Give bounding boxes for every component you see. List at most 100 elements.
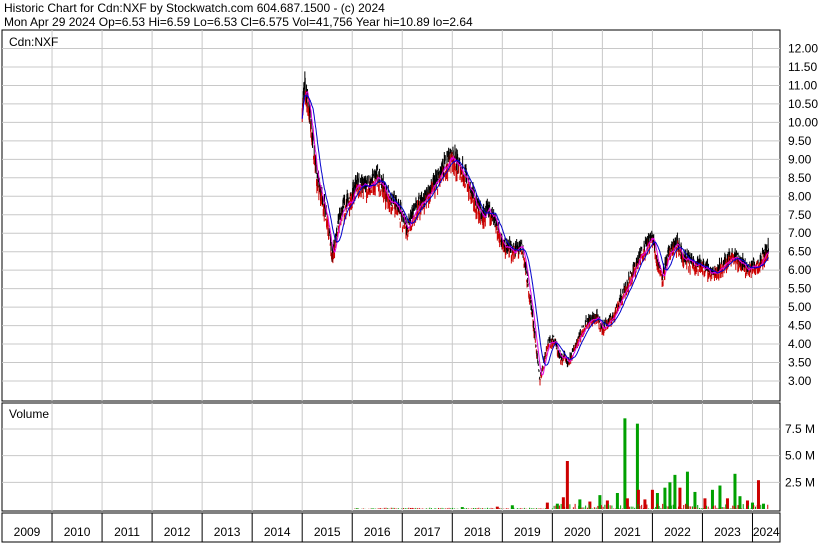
volume-bar bbox=[438, 507, 440, 509]
volume-bar bbox=[725, 504, 727, 509]
volume-bar bbox=[606, 506, 608, 509]
volume-bar bbox=[669, 504, 671, 509]
volume-bar bbox=[628, 506, 630, 509]
volume-bar bbox=[411, 507, 413, 509]
volume-bar bbox=[439, 508, 441, 509]
volume-bar bbox=[397, 508, 399, 509]
volume-bar bbox=[660, 507, 662, 509]
volume-bar bbox=[401, 508, 403, 509]
volume-bar bbox=[569, 504, 571, 509]
year-label: 2013 bbox=[214, 525, 241, 539]
volume-bar bbox=[756, 480, 760, 509]
volume-bar bbox=[446, 508, 448, 509]
volume-bar bbox=[403, 508, 405, 509]
volume-bar bbox=[670, 505, 672, 509]
volume-bar bbox=[718, 485, 722, 509]
volume-bar bbox=[665, 505, 667, 509]
price-tick-label: 4.00 bbox=[788, 337, 812, 351]
volume-bar bbox=[406, 508, 408, 509]
volume-bar bbox=[539, 508, 541, 509]
volume-bar bbox=[392, 507, 394, 509]
volume-bar bbox=[639, 506, 641, 509]
volume-bar bbox=[747, 505, 749, 509]
volume-bar bbox=[560, 503, 562, 509]
volume-bar bbox=[380, 507, 382, 509]
volume-bar bbox=[383, 507, 385, 509]
volume-bar bbox=[615, 493, 619, 509]
volume-bar bbox=[630, 506, 632, 509]
volume-bar bbox=[579, 508, 581, 509]
volume-bar bbox=[448, 507, 450, 509]
year-label: 2012 bbox=[164, 525, 191, 539]
volume-bar bbox=[693, 491, 697, 509]
year-label: 2021 bbox=[614, 525, 641, 539]
volume-bar bbox=[719, 508, 721, 509]
volume-bar bbox=[767, 504, 769, 509]
year-label: 2023 bbox=[714, 525, 741, 539]
price-tick-label: 5.50 bbox=[788, 282, 812, 296]
volume-bar bbox=[648, 508, 650, 509]
year-label: 2009 bbox=[14, 525, 41, 539]
volume-bar bbox=[733, 473, 737, 509]
volume-bar bbox=[443, 508, 445, 509]
volume-bar bbox=[634, 507, 636, 509]
stock-chart: 12.00 11.50 11.00 10.50 10.00 9.50 9.00 8.50 8.0… bbox=[1, 29, 818, 543]
volume-bar bbox=[737, 505, 739, 509]
volume-bar bbox=[558, 505, 560, 509]
price-tick-label: 9.50 bbox=[788, 134, 812, 148]
volume-bar bbox=[518, 508, 520, 509]
volume-bar bbox=[627, 503, 629, 509]
volume-bar bbox=[688, 506, 690, 509]
volume-bar bbox=[362, 508, 364, 509]
volume-bar bbox=[586, 507, 588, 509]
volume-bar bbox=[760, 504, 762, 509]
volume-bar bbox=[418, 507, 420, 509]
volume-bar bbox=[725, 498, 729, 509]
volume-bar bbox=[609, 505, 611, 509]
volume-bar bbox=[520, 507, 522, 509]
year-label: 2018 bbox=[464, 525, 491, 539]
volume-bar bbox=[478, 507, 480, 509]
volume-bar bbox=[607, 503, 609, 509]
volume-bar bbox=[474, 508, 476, 509]
volume-bar bbox=[378, 508, 380, 509]
volume-bar bbox=[511, 508, 513, 509]
year-label: 2024 bbox=[753, 525, 780, 539]
volume-bar bbox=[730, 508, 732, 509]
volume-bar bbox=[644, 506, 646, 509]
volume-bar bbox=[746, 504, 748, 509]
volume-bar bbox=[417, 508, 419, 509]
volume-bar bbox=[718, 508, 720, 509]
volume-bar bbox=[541, 508, 543, 509]
volume-bar bbox=[618, 508, 620, 509]
price-tick-label: 6.50 bbox=[788, 245, 812, 259]
volume-bar bbox=[693, 507, 695, 509]
volume-bar bbox=[721, 507, 723, 509]
volume-bar bbox=[658, 506, 660, 509]
volume-bar bbox=[632, 506, 634, 509]
volume-bar bbox=[641, 504, 643, 509]
volume-bar bbox=[690, 506, 692, 509]
volume-bar bbox=[425, 508, 427, 509]
volume-bar bbox=[698, 507, 700, 509]
volume-bar bbox=[413, 508, 415, 509]
volume-bar bbox=[530, 508, 532, 509]
volume-bar bbox=[635, 506, 637, 509]
volume-bar bbox=[691, 506, 693, 509]
volume-bar bbox=[723, 507, 725, 509]
volume-bar bbox=[355, 508, 357, 509]
volume-bar bbox=[738, 496, 742, 509]
year-label: 2020 bbox=[564, 525, 591, 539]
year-label: 2019 bbox=[514, 525, 541, 539]
year-label: 2010 bbox=[64, 525, 91, 539]
volume-bar bbox=[567, 503, 569, 509]
year-label: 2014 bbox=[264, 525, 291, 539]
volume-bar bbox=[565, 508, 567, 509]
volume-bar bbox=[404, 508, 406, 509]
volume-bar bbox=[620, 505, 622, 509]
volume-bar bbox=[602, 506, 604, 509]
volume-tick-label: 7.5 M bbox=[785, 422, 815, 436]
price-tick-label: 10.00 bbox=[788, 115, 818, 129]
price-tick-label: 3.00 bbox=[788, 374, 812, 388]
volume-bar bbox=[513, 507, 515, 509]
